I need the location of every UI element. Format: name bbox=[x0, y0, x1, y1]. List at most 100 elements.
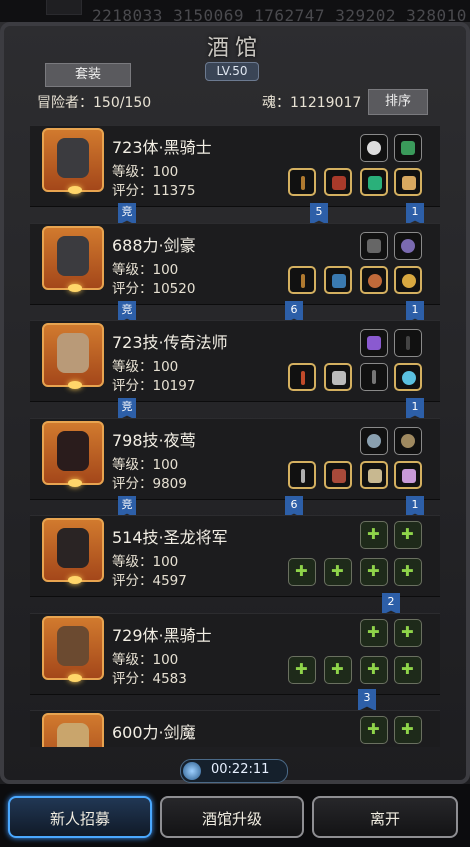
hero-name: 729体·黑骑士 bbox=[112, 626, 212, 645]
empty-slot-add-icon[interactable] bbox=[288, 656, 316, 684]
hero-portrait[interactable] bbox=[42, 713, 104, 747]
quality-glow-icon bbox=[68, 674, 82, 682]
hero-card[interactable]: 514技·圣龙将军 等级：100 评分：4597 bbox=[30, 515, 440, 597]
hero-level: 等级：100 bbox=[112, 554, 179, 570]
hero-name: 723技·传奇法师 bbox=[112, 333, 228, 352]
hero-list[interactable]: 723体·黑骑士 等级：100 评分：11375 竞 5 1 688力·剑豪 等… bbox=[30, 125, 440, 747]
rank-ribbon: 3 bbox=[358, 689, 376, 711]
hero-score: 评分：10197 bbox=[112, 378, 196, 394]
hero-card[interactable]: 723体·黑骑士 等级：100 评分：11375 bbox=[30, 125, 440, 207]
adventurer-count: 冒险者：150/150 bbox=[37, 95, 152, 111]
equip-slot-staff-icon[interactable] bbox=[288, 363, 316, 391]
quality-glow-icon bbox=[68, 479, 82, 487]
hero-portrait[interactable] bbox=[42, 421, 104, 487]
hero-level: 等级：100 bbox=[112, 457, 179, 473]
hero-portrait[interactable] bbox=[42, 226, 104, 292]
hero-score: 评分：9809 bbox=[112, 476, 187, 492]
equip-slot-charm-icon[interactable] bbox=[394, 134, 422, 162]
equip-slot-claw-icon[interactable] bbox=[324, 363, 352, 391]
recruit-button[interactable]: 新人招募 bbox=[8, 796, 152, 838]
equip-slot-tome-icon[interactable] bbox=[394, 461, 422, 489]
suit-button[interactable]: 套装 bbox=[45, 63, 131, 87]
hero-level: 等级：100 bbox=[112, 359, 179, 375]
equip-slot-blade-icon[interactable] bbox=[394, 329, 422, 357]
empty-slot-add-icon[interactable] bbox=[360, 656, 388, 684]
equip-slot-lightning-icon[interactable] bbox=[360, 329, 388, 357]
empty-slot-add-icon[interactable] bbox=[394, 558, 422, 586]
equip-slot-ring-icon[interactable] bbox=[360, 266, 388, 294]
hero-level: 等级：100 bbox=[112, 164, 179, 180]
hero-name: 798技·夜莺 bbox=[112, 431, 196, 450]
hero-portrait[interactable] bbox=[42, 323, 104, 389]
hero-name: 688力·剑豪 bbox=[112, 236, 196, 255]
equip-slot-sword-icon[interactable] bbox=[360, 363, 388, 391]
empty-slot-add-icon[interactable] bbox=[288, 558, 316, 586]
equip-slot-medal-icon[interactable] bbox=[394, 427, 422, 455]
rank-ribbon: 1 bbox=[406, 203, 424, 225]
quality-glow-icon bbox=[68, 576, 82, 584]
hero-portrait[interactable] bbox=[42, 518, 104, 584]
empty-slot-add-icon[interactable] bbox=[394, 656, 422, 684]
timer-orb-icon bbox=[183, 762, 201, 780]
empty-slot-add-icon[interactable] bbox=[360, 558, 388, 586]
empty-slot-add-icon[interactable] bbox=[324, 656, 352, 684]
rank-ribbon: 5 bbox=[310, 203, 328, 225]
equip-slot-mask-icon[interactable] bbox=[360, 461, 388, 489]
equip-slot-star-icon[interactable] bbox=[360, 134, 388, 162]
hero-card[interactable]: 729体·黑骑士 等级：100 评分：4583 bbox=[30, 613, 440, 695]
leave-button[interactable]: 离开 bbox=[312, 796, 458, 838]
equip-slot-armor-icon[interactable] bbox=[324, 168, 352, 196]
empty-slot-add-icon[interactable] bbox=[360, 619, 388, 647]
hero-card[interactable]: 600力·剑魔 bbox=[30, 710, 440, 747]
knight-portrait-icon bbox=[57, 626, 89, 666]
rank-ribbon: 竞 bbox=[118, 398, 136, 420]
upgrade-tavern-button[interactable]: 酒馆升级 bbox=[160, 796, 304, 838]
quality-glow-icon bbox=[68, 186, 82, 194]
empty-slot-add-icon[interactable] bbox=[360, 716, 388, 744]
hero-portrait[interactable] bbox=[42, 128, 104, 194]
hero-card[interactable]: 798技·夜莺 等级：100 评分：9809 bbox=[30, 418, 440, 500]
hero-score: 评分：4597 bbox=[112, 573, 187, 589]
rank-ribbon: 1 bbox=[406, 398, 424, 420]
equip-slot-necklace-icon[interactable] bbox=[360, 427, 388, 455]
rank-ribbon: 2 bbox=[382, 593, 400, 615]
helmet-portrait-icon bbox=[57, 236, 89, 276]
tavern-level-badge: LV.50 bbox=[205, 62, 259, 81]
rank-ribbon: 竞 bbox=[118, 203, 136, 225]
swordmage-portrait-icon bbox=[57, 723, 89, 747]
general-portrait-icon bbox=[57, 528, 89, 568]
empty-slot-add-icon[interactable] bbox=[394, 716, 422, 744]
hero-level: 等级：100 bbox=[112, 652, 179, 668]
equip-slot-dagger-icon[interactable] bbox=[288, 461, 316, 489]
empty-slot-add-icon[interactable] bbox=[394, 619, 422, 647]
equip-slot-skull-icon[interactable] bbox=[360, 232, 388, 260]
helmet-portrait-icon bbox=[57, 138, 89, 178]
quality-glow-icon bbox=[68, 381, 82, 389]
equip-slot-gem-icon[interactable] bbox=[360, 168, 388, 196]
equip-slot-orb-icon[interactable] bbox=[394, 232, 422, 260]
quality-glow-icon bbox=[68, 284, 82, 292]
empty-slot-add-icon[interactable] bbox=[324, 558, 352, 586]
empty-slot-add-icon[interactable] bbox=[394, 521, 422, 549]
equip-slot-staff-icon[interactable] bbox=[288, 266, 316, 294]
equip-slot-armor-icon[interactable] bbox=[324, 461, 352, 489]
timer-text: 00:22:11 bbox=[211, 762, 270, 777]
equip-slot-crystal-icon[interactable] bbox=[394, 363, 422, 391]
nightingale-portrait-icon bbox=[57, 431, 89, 471]
equip-slot-amulet-icon[interactable] bbox=[394, 266, 422, 294]
hero-score: 评分：11375 bbox=[112, 183, 196, 199]
hero-name: 723体·黑骑士 bbox=[112, 138, 212, 157]
soul-count: 魂：11219017 bbox=[262, 95, 362, 111]
hero-name: 600力·剑魔 bbox=[112, 723, 196, 742]
hero-card[interactable]: 723技·传奇法师 等级：100 评分：10197 bbox=[30, 320, 440, 402]
hero-card[interactable]: 688力·剑豪 等级：100 评分：10520 bbox=[30, 223, 440, 305]
hero-level: 等级：100 bbox=[112, 262, 179, 278]
top-tab-icon[interactable] bbox=[46, 0, 82, 15]
equip-slot-book-icon[interactable] bbox=[394, 168, 422, 196]
empty-slot-add-icon[interactable] bbox=[360, 521, 388, 549]
equip-slot-staff-icon[interactable] bbox=[288, 168, 316, 196]
hero-portrait[interactable] bbox=[42, 616, 104, 682]
hero-score: 评分：4583 bbox=[112, 671, 187, 687]
sort-button[interactable]: 排序 bbox=[368, 89, 428, 115]
equip-slot-armor-icon[interactable] bbox=[324, 266, 352, 294]
